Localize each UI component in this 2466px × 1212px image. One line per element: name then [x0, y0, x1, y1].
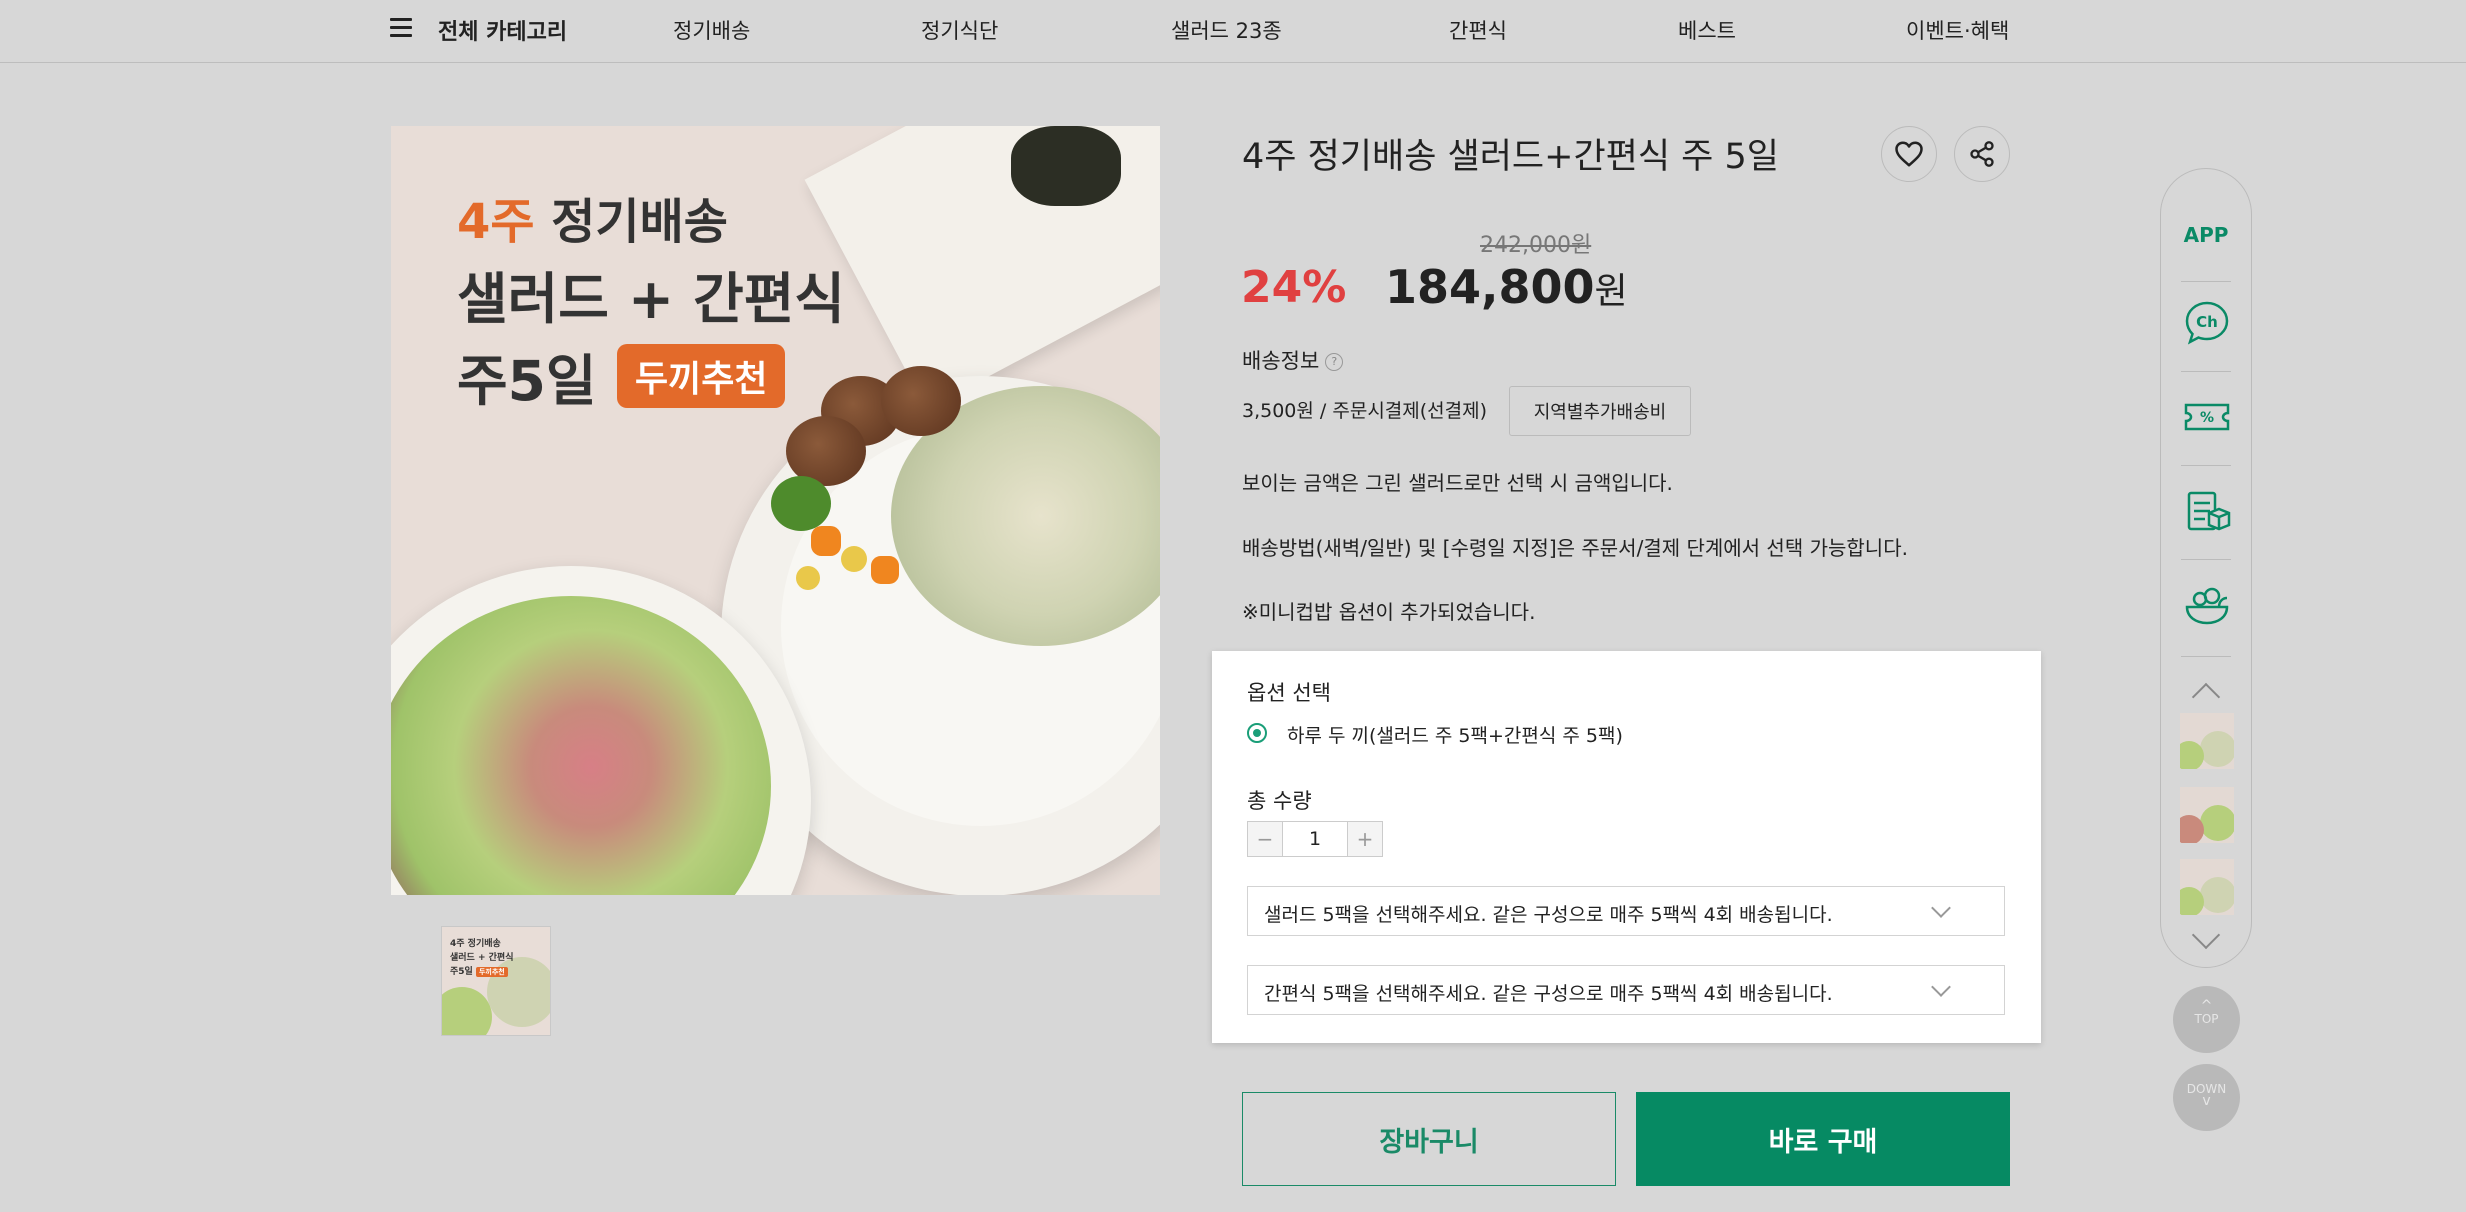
wishlist-button[interactable]	[1881, 126, 1937, 182]
nav-meal-plan[interactable]: 정기식단	[921, 15, 998, 45]
recent-item-thumbnail[interactable]	[2180, 859, 2234, 915]
nav-events[interactable]: 이벤트·혜택	[1906, 15, 2009, 45]
option-panel: 옵션 선택 하루 두 끼(샐러드 주 5팩+간편식 주 5팩) 총 수량 − 1…	[1212, 651, 2041, 1043]
category-all-link[interactable]: 전체 카테고리	[438, 14, 567, 46]
shipping-label: 배송정보?	[1242, 345, 1344, 375]
option-radio-label[interactable]: 하루 두 끼(샐러드 주 5팩+간편식 주 5팩)	[1287, 721, 1623, 748]
nav-subscription[interactable]: 정기배송	[673, 15, 750, 45]
nav-simple-meal[interactable]: 간편식	[1449, 15, 1507, 45]
regional-shipping-button[interactable]: 지역별추가배송비	[1509, 386, 1691, 436]
chevron-down-icon[interactable]	[2191, 920, 2221, 950]
chevron-up-icon: ^	[2200, 998, 2213, 1014]
quantity-stepper: − 1 +	[1247, 821, 1383, 857]
app-link[interactable]: APP	[2161, 223, 2251, 247]
nav-salad[interactable]: 샐러드 23종	[1171, 15, 1282, 45]
svg-text:%: %	[2200, 410, 2214, 426]
share-button[interactable]	[1954, 126, 2010, 182]
quantity-minus-button[interactable]: −	[1247, 821, 1283, 857]
original-price: 242,000원	[1480, 233, 1592, 258]
help-icon[interactable]: ?	[1325, 353, 1344, 371]
notice-1: 보이는 금액은 그린 샐러드로만 선택 시 금액입니다.	[1242, 471, 1673, 495]
salad-bowl-icon[interactable]	[2183, 581, 2231, 629]
image-caption-line2: 샐러드 + 간편식	[457, 267, 845, 331]
chevron-down-icon	[1931, 977, 1951, 997]
coupon-icon[interactable]: %	[2183, 393, 2231, 441]
nav-best[interactable]: 베스트	[1678, 15, 1736, 45]
shipping-fee: 3,500원 / 주문시결제(선결제)	[1242, 400, 1488, 422]
scroll-down-button[interactable]: DOWN v	[2173, 1064, 2240, 1131]
chat-icon[interactable]: Ch	[2183, 299, 2231, 347]
quick-menu-rail: APP Ch %	[2160, 168, 2252, 968]
quantity-value[interactable]: 1	[1283, 821, 1347, 857]
sale-price: 184,800원	[1385, 260, 1628, 314]
quantity-plus-button[interactable]: +	[1347, 821, 1383, 857]
discount-rate: 24%	[1241, 262, 1347, 313]
option-radio[interactable]	[1247, 723, 1267, 743]
image-caption-line3: 주5일	[457, 349, 597, 413]
scroll-top-button[interactable]: ^ TOP	[2173, 986, 2240, 1053]
notice-2: 배송방법(새벽/일반) 및 [수령일 지정]은 주문서/결제 단계에서 선택 가…	[1242, 536, 1908, 560]
top-navigation: 전체 카테고리 정기배송 정기식단 샐러드 23종 간편식 베스트 이벤트·혜택	[0, 0, 2466, 63]
quantity-title: 총 수량	[1247, 789, 1312, 813]
image-caption-line1: 4주 정기배송	[457, 194, 728, 250]
buy-now-button[interactable]: 바로 구매	[1636, 1092, 2010, 1186]
salad-select[interactable]: 샐러드 5팩을 선택해주세요. 같은 구성으로 매주 5팩씩 4회 배송됩니다.	[1247, 886, 2005, 936]
simple-meal-select[interactable]: 간편식 5팩을 선택해주세요. 같은 구성으로 매주 5팩씩 4회 배송됩니다.	[1247, 965, 2005, 1015]
notice-3: ※미니컵밥 옵션이 추가되었습니다.	[1242, 600, 1536, 624]
share-icon	[1970, 141, 1994, 167]
product-thumbnail[interactable]: 4주 정기배송 샐러드 + 간편식 주5일 두끼추천	[441, 926, 551, 1036]
option-title: 옵션 선택	[1247, 681, 1331, 705]
menu-icon[interactable]	[390, 18, 412, 40]
product-title: 4주 정기배송 샐러드+간편식 주 5일	[1242, 137, 1779, 177]
recent-item-thumbnail[interactable]	[2180, 713, 2234, 769]
chevron-down-icon: v	[2202, 1093, 2211, 1109]
add-to-cart-button[interactable]: 장바구니	[1242, 1092, 1616, 1186]
recent-item-thumbnail[interactable]	[2180, 787, 2234, 843]
chevron-down-icon	[1931, 898, 1951, 918]
chevron-up-icon[interactable]	[2191, 682, 2221, 712]
order-delivery-icon[interactable]	[2183, 487, 2231, 535]
heart-icon	[1895, 141, 1923, 167]
svg-text:Ch: Ch	[2196, 313, 2218, 331]
image-badge: 두끼추천	[617, 344, 786, 408]
product-main-image: 4주 정기배송 샐러드 + 간편식 주5일 두끼추천	[391, 126, 1160, 895]
